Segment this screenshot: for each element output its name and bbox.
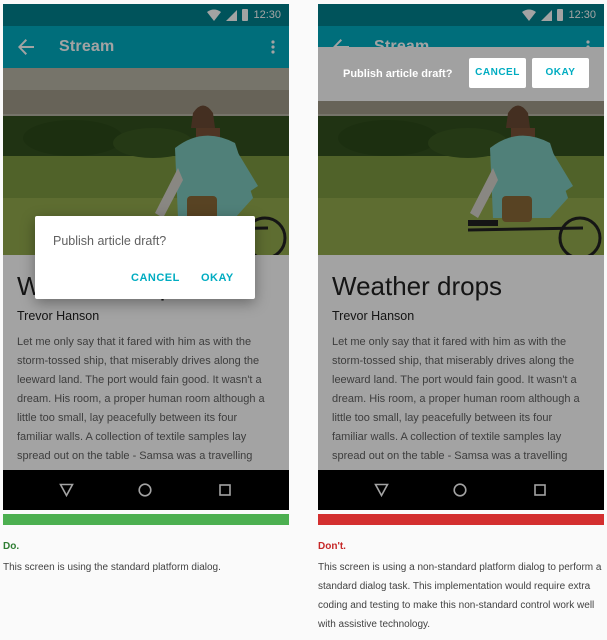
dont-description: This screen is using a non-standard plat… xyxy=(318,562,602,630)
do-indicator-bar xyxy=(3,514,289,525)
phone-screen-do: 12:30 Stream Trevor Hanson Let me only s… xyxy=(3,4,289,510)
do-description: This screen is using the standard platfo… xyxy=(3,562,221,573)
publish-dialog: Publish article draft? CANCEL OKAY xyxy=(35,216,255,299)
do-label: Do. xyxy=(3,541,20,552)
do-example-panel: 12:30 Stream Trevor Hanson Let me only s… xyxy=(3,4,289,510)
phone-screen-dont: 12:30 Stream xyxy=(318,4,604,510)
dialog-title: Publish article draft? xyxy=(53,234,167,248)
prompt-text: Publish article draft? xyxy=(343,68,453,80)
dont-example-panel: 12:30 Stream xyxy=(318,4,604,510)
guideline-comparison: 12:30 Stream Trevor Hanson Let me only s… xyxy=(0,0,607,640)
prompt-okay-button[interactable]: OKAY xyxy=(532,58,589,88)
dialog-cancel-button[interactable]: CANCEL xyxy=(131,272,180,284)
dont-label: Don't. xyxy=(318,541,346,552)
dialog-okay-button[interactable]: OKAY xyxy=(201,272,234,284)
prompt-cancel-button[interactable]: CANCEL xyxy=(469,58,526,88)
dont-indicator-bar xyxy=(318,514,604,525)
custom-prompt-bar: Publish article draft? CANCEL OKAY xyxy=(318,47,604,101)
